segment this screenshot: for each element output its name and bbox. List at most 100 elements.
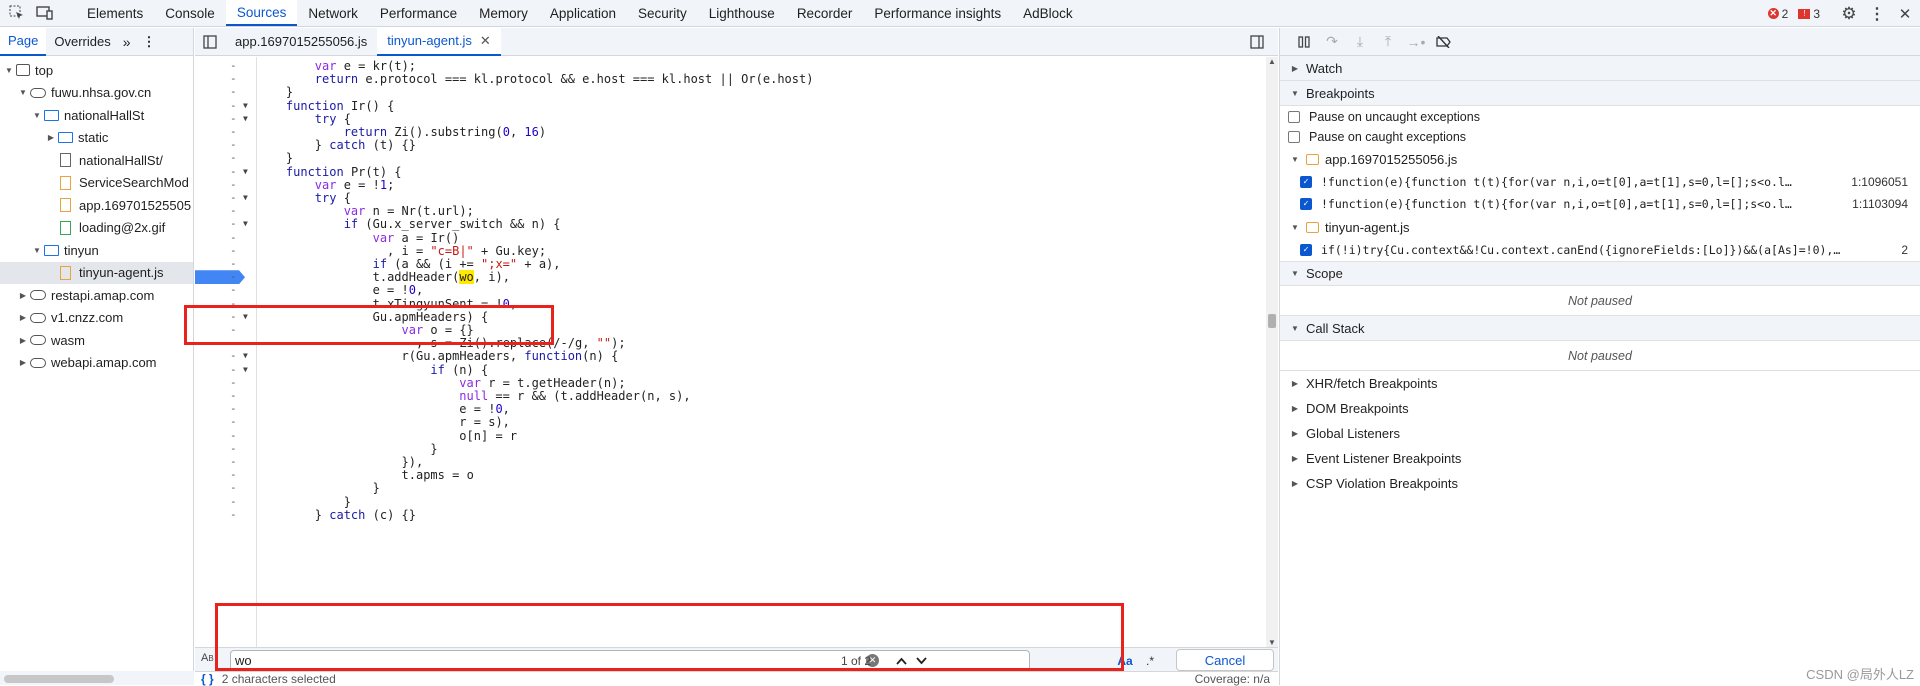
status-bar: { } 2 characters selected Coverage: n/a (195, 671, 1278, 685)
tab-sources[interactable]: Sources (226, 0, 298, 26)
collapse-arrow-icon[interactable]: ▼ (32, 111, 42, 120)
editor-tab-tinyun[interactable]: tinyun-agent.js✕ (377, 28, 500, 56)
collapse-arrow-icon[interactable]: ▼ (18, 88, 28, 97)
tree-item[interactable]: ▶webapi.amap.com (0, 352, 193, 375)
checkbox[interactable]: ✓ (1300, 198, 1312, 210)
scope-section[interactable]: ▼Scope (1280, 261, 1920, 286)
next-match-button[interactable] (911, 650, 931, 671)
checkbox[interactable]: ✓ (1300, 244, 1312, 256)
tree-item[interactable]: ▼fuwu.nhsa.gov.cn (0, 82, 193, 105)
tab-network[interactable]: Network (297, 0, 369, 26)
step-over-icon[interactable]: ↷ (1318, 31, 1346, 53)
expand-arrow-icon[interactable]: ▶ (46, 133, 56, 142)
pause-resume-icon[interactable] (1290, 31, 1318, 53)
code-area[interactable]: ----▼-▼----▼--▼--▼-------▼---▼-▼--------… (195, 57, 1266, 647)
more-tabs-icon[interactable]: » (119, 28, 135, 56)
horizontal-scrollbar[interactable] (0, 671, 194, 685)
deactivate-breakpoints-icon[interactable] (1430, 31, 1458, 53)
toggle-debugger-icon[interactable] (1240, 28, 1274, 56)
call-stack-section[interactable]: ▼Call Stack (1280, 316, 1920, 341)
tab-adblock[interactable]: AdBlock (1012, 0, 1084, 26)
pretty-print-icon[interactable]: { } (201, 672, 214, 686)
tree-item[interactable]: ServiceSearchMod (0, 172, 193, 195)
navigator-menu-icon[interactable]: ⋮ (135, 28, 164, 56)
checkbox[interactable] (1288, 131, 1300, 143)
collapse-arrow-icon[interactable]: ▼ (1290, 155, 1300, 164)
pause-caught-option[interactable]: Pause on caught exceptions (1280, 127, 1920, 147)
tab-performance[interactable]: Performance (369, 0, 468, 26)
tree-item[interactable]: ▶v1.cnzz.com (0, 307, 193, 330)
more-options-icon[interactable]: ⋮ (1866, 3, 1888, 25)
breakpoint-file-header[interactable]: ▼app.1697015255056.js (1280, 147, 1920, 171)
collapse-arrow-icon[interactable]: ▼ (32, 246, 42, 255)
xhr-fetch-breakpointssection[interactable]: ▶XHR/fetch Breakpoints (1280, 371, 1920, 396)
device-toolbar-icon[interactable] (34, 2, 56, 24)
breakpoint-entry[interactable]: ✓!function(e){function t(t){for(var n,i,… (1280, 193, 1920, 215)
pause-uncaught-option[interactable]: Pause on uncaught exceptions (1280, 107, 1920, 127)
step-out-icon[interactable]: ⤒ (1374, 31, 1402, 53)
close-icon[interactable]: ✕ (1894, 3, 1916, 25)
tab-console[interactable]: Console (154, 0, 226, 26)
vertical-scrollbar[interactable]: ▲ ▼ (1266, 57, 1278, 647)
tab-memory[interactable]: Memory (468, 0, 539, 26)
regex-toggle[interactable]: .* (1140, 650, 1160, 671)
gear-icon[interactable]: ⚙ (1838, 3, 1860, 25)
editor-tab-app[interactable]: app.1697015255056.js (225, 28, 377, 56)
tab-lighthouse[interactable]: Lighthouse (698, 0, 786, 26)
global-listenerssection[interactable]: ▶Global Listeners (1280, 421, 1920, 446)
line-gutter[interactable]: ----▼-▼----▼--▼--▼-------▼---▼-▼--------… (195, 57, 257, 647)
tree-item[interactable]: nationalHallSt/ (0, 149, 193, 172)
event-listener-breakpointssection[interactable]: ▶Event Listener Breakpoints (1280, 446, 1920, 471)
dom-breakpointssection[interactable]: ▶DOM Breakpoints (1280, 396, 1920, 421)
replace-toggle-icon[interactable]: AB (201, 652, 214, 664)
breakpoints-section[interactable]: ▼Breakpoints (1280, 81, 1920, 106)
step-icon[interactable]: →• (1402, 31, 1430, 53)
previous-match-button[interactable] (891, 650, 911, 671)
tab-security[interactable]: Security (627, 0, 698, 26)
code-line[interactable]: return e.protocol === kl.protocol && e.h… (257, 71, 813, 87)
scroll-down-icon[interactable]: ▼ (1268, 638, 1276, 647)
expand-arrow-icon[interactable]: ▶ (18, 358, 28, 367)
gutter-line[interactable]: - (195, 507, 257, 523)
csp-violation-breakpointssection[interactable]: ▶CSP Violation Breakpoints (1280, 471, 1920, 496)
cancel-button[interactable]: Cancel (1176, 649, 1274, 671)
tree-item[interactable]: ▶wasm (0, 329, 193, 352)
scrollbar-thumb[interactable] (4, 675, 114, 683)
tab-recorder[interactable]: Recorder (786, 0, 864, 26)
step-into-icon[interactable]: ⤓ (1346, 31, 1374, 53)
tab-application[interactable]: Application (539, 0, 627, 26)
warning-count-badge[interactable]: !3 (1798, 7, 1820, 21)
scroll-up-icon[interactable]: ▲ (1268, 57, 1276, 66)
tree-item[interactable]: ▶restapi.amap.com (0, 284, 193, 307)
collapse-arrow-icon[interactable]: ▼ (1290, 223, 1300, 232)
tree-item[interactable]: ▼top (0, 59, 193, 82)
expand-arrow-icon[interactable]: ▶ (18, 291, 28, 300)
tab-overrides[interactable]: Overrides (46, 28, 118, 56)
tree-item[interactable]: ▶static (0, 127, 193, 150)
checkbox[interactable] (1288, 111, 1300, 123)
tree-item[interactable]: ▼tinyun (0, 239, 193, 262)
collapse-arrow-icon[interactable]: ▼ (4, 66, 14, 75)
checkbox-label: Pause on uncaught exceptions (1309, 110, 1480, 124)
checkbox[interactable]: ✓ (1300, 176, 1312, 188)
error-count-badge[interactable]: ✕2 (1768, 7, 1789, 21)
breakpoint-entry[interactable]: ✓!function(e){function t(t){for(var n,i,… (1280, 171, 1920, 193)
watch-section[interactable]: ▶Watch (1280, 56, 1920, 81)
tree-item[interactable]: loading@2x.gif (0, 217, 193, 240)
expand-arrow-icon[interactable]: ▶ (18, 336, 28, 345)
match-case-toggle[interactable]: Aa (1115, 650, 1135, 671)
tree-item[interactable]: tinyun-agent.js (0, 262, 193, 285)
code-line[interactable]: } catch (c) {} (257, 507, 416, 523)
expand-arrow-icon[interactable]: ▶ (18, 313, 28, 322)
inspect-element-icon[interactable] (6, 2, 28, 24)
breakpoint-file-header[interactable]: ▼tinyun-agent.js (1280, 215, 1920, 239)
breakpoint-entry[interactable]: ✓if(!i)try{Cu.context&&!Cu.context.canEn… (1280, 239, 1920, 261)
tree-item[interactable]: app.169701525505 (0, 194, 193, 217)
scrollbar-thumb[interactable] (1268, 314, 1276, 328)
close-tab-icon[interactable]: ✕ (480, 33, 491, 49)
tab-page[interactable]: Page (0, 28, 46, 56)
tree-item[interactable]: ▼nationalHallSt (0, 104, 193, 127)
tab-elements[interactable]: Elements (76, 0, 154, 26)
toggle-navigator-icon[interactable] (195, 28, 225, 56)
tab-performance-insights[interactable]: Performance insights (863, 0, 1012, 26)
